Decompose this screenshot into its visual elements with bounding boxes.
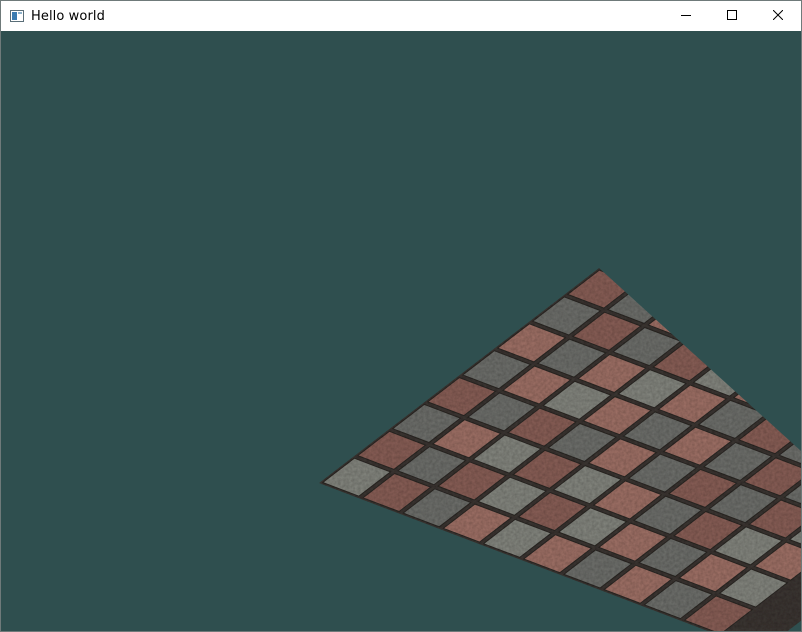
paving-texture bbox=[319, 268, 801, 631]
minimize-icon bbox=[681, 7, 691, 25]
close-icon bbox=[772, 7, 784, 25]
app-window-icon bbox=[9, 8, 25, 24]
paving-tile-gray bbox=[767, 346, 801, 386]
window-title: Hello world bbox=[31, 8, 105, 24]
paving-tile-gray bbox=[772, 388, 801, 428]
window-controls bbox=[663, 1, 801, 31]
maximize-button[interactable] bbox=[709, 1, 755, 31]
paving-tile-red bbox=[727, 330, 798, 370]
paving-tile-gray bbox=[687, 315, 758, 355]
title-bar[interactable]: Hello world bbox=[1, 1, 801, 31]
app-window: Hello world bbox=[0, 0, 802, 632]
textured-quad bbox=[319, 268, 801, 631]
maximize-icon bbox=[727, 7, 737, 25]
render-canvas[interactable] bbox=[1, 31, 801, 631]
minimize-button[interactable] bbox=[663, 1, 709, 31]
close-button[interactable] bbox=[755, 1, 801, 31]
